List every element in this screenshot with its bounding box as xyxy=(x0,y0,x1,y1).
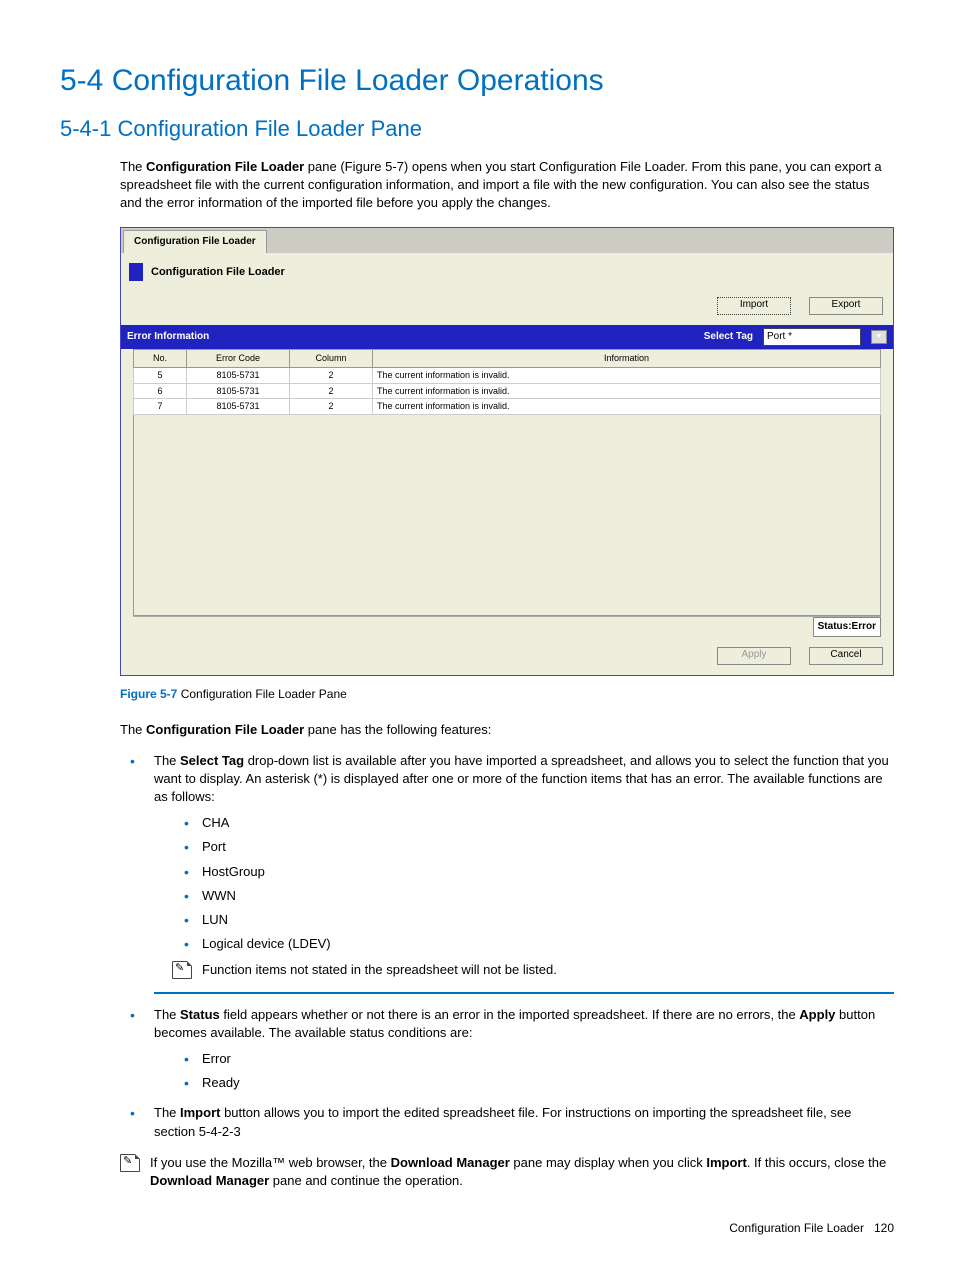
apply-button: Apply xyxy=(717,647,791,665)
status-field: Status:Error xyxy=(813,617,881,637)
heading-2: 5-4-1 Configuration File Loader Pane xyxy=(60,114,894,145)
list-item: Port xyxy=(154,838,894,856)
error-info-label: Error Information xyxy=(127,330,209,344)
feature-status: The Status field appears whether or not … xyxy=(120,1006,894,1093)
table-row: 68105-57312The current information is in… xyxy=(134,383,881,399)
intro-paragraph: The Configuration File Loader pane (Figu… xyxy=(120,158,894,213)
heading-1: 5-4 Configuration File Loader Operations xyxy=(60,60,894,102)
list-item: WWN xyxy=(154,887,894,905)
title-icon xyxy=(129,263,143,281)
feature-select-tag: The Select Tag drop-down list is availab… xyxy=(120,752,894,994)
features-intro: The Configuration File Loader pane has t… xyxy=(120,721,894,739)
figure-caption: Figure 5-7 Configuration File Loader Pan… xyxy=(120,686,894,703)
list-item: HostGroup xyxy=(154,863,894,881)
note-text: Function items not stated in the spreads… xyxy=(202,961,557,979)
figure-screenshot: Configuration File Loader Configuration … xyxy=(120,227,894,675)
table-row: 78105-57312The current information is in… xyxy=(134,399,881,415)
note-icon xyxy=(172,961,192,979)
page-footer: Configuration File Loader 120 xyxy=(60,1220,894,1237)
export-button[interactable]: Export xyxy=(809,297,883,315)
list-item: Logical device (LDEV) xyxy=(154,935,894,953)
select-tag-label: Select Tag xyxy=(704,330,753,344)
note-icon xyxy=(120,1154,140,1172)
feature-import: The Import button allows you to import t… xyxy=(120,1104,894,1140)
import-button[interactable]: Import xyxy=(717,297,791,315)
list-item: Ready xyxy=(154,1074,894,1092)
pane-title: Configuration File Loader xyxy=(151,265,285,280)
list-item: CHA xyxy=(154,814,894,832)
chevron-down-icon[interactable]: ▼ xyxy=(871,330,887,344)
table-row: 58105-57312The current information is in… xyxy=(134,367,881,383)
select-tag-dropdown[interactable]: Port * xyxy=(763,328,861,346)
list-item: Error xyxy=(154,1050,894,1068)
cancel-button[interactable]: Cancel xyxy=(809,647,883,665)
list-item: LUN xyxy=(154,911,894,929)
error-table: No. Error Code Column Information 58105-… xyxy=(133,349,881,414)
tab-config-loader[interactable]: Configuration File Loader xyxy=(123,230,267,253)
note-text: If you use the Mozilla™ web browser, the… xyxy=(150,1154,894,1190)
